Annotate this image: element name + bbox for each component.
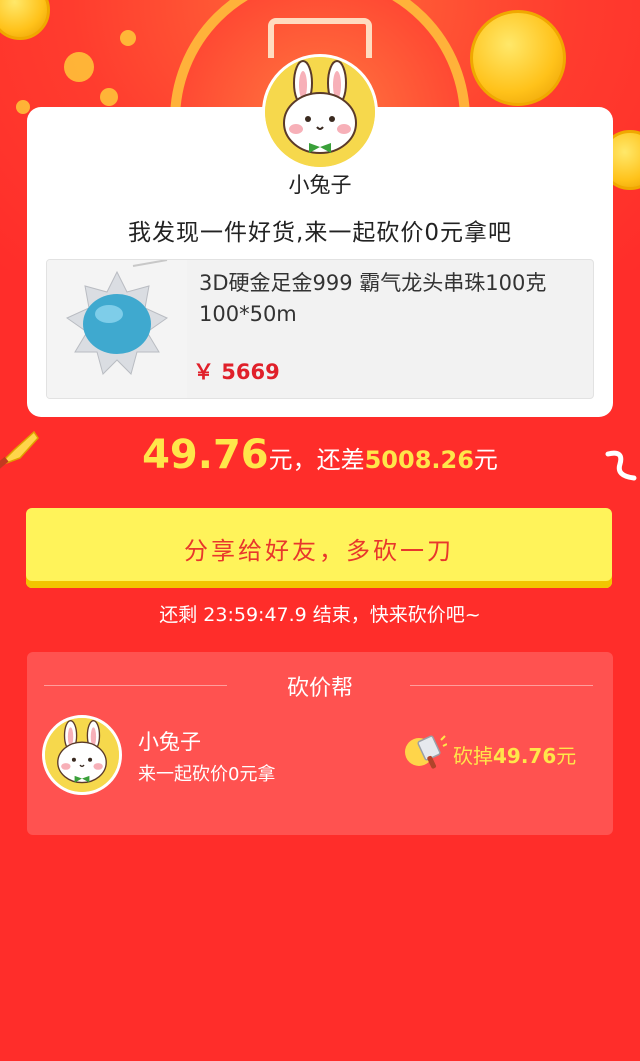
product-item[interactable]: 3D硬金足金999 霸气龙头串珠100克 100*50m ￥ 5669	[46, 259, 594, 399]
rabbit-avatar-icon	[45, 718, 119, 792]
currency-unit: 元	[473, 446, 498, 474]
countdown-text: 还剩 23:59:47.9 结束，快来砍价吧~	[159, 604, 481, 626]
rabbit-avatar-icon	[265, 57, 375, 167]
confetti-dot	[16, 100, 30, 114]
inviter-name: 小兔子	[288, 173, 352, 197]
remaining-amount: 5008.26	[364, 446, 474, 474]
cut-prefix: 砍掉	[453, 744, 493, 768]
cut-unit: 元	[556, 744, 577, 768]
share-button-label: 分享给好友，多砍一刀	[184, 536, 454, 565]
share-button[interactable]: 分享给好友，多砍一刀	[26, 508, 612, 588]
cleaver-icon	[405, 735, 447, 769]
bargain-progress: 49.76元，还差5008.26元	[0, 432, 640, 478]
currency-unit: 元	[268, 446, 293, 474]
helper-message: 来一起砍价0元拿	[138, 764, 276, 785]
invite-message: 我发现一件好货,来一起砍价0元拿吧	[128, 220, 512, 246]
cut-amount-text: 砍掉49.76元	[453, 740, 576, 769]
product-price: ￥ 5669	[193, 360, 280, 384]
remaining-label: ，还差	[292, 446, 365, 474]
cut-amount: 49.76	[493, 744, 557, 768]
product-image[interactable]	[47, 260, 187, 398]
helper-name: 小兔子	[138, 730, 201, 754]
divider-right	[410, 685, 593, 686]
confetti-dot	[64, 52, 94, 82]
helper-avatar	[42, 715, 122, 795]
gold-coin-small	[0, 0, 50, 40]
product-title: 3D硬金足金999 霸气龙头串珠100克 100*50m	[199, 271, 547, 326]
bargained-amount: 49.76	[142, 432, 269, 478]
avatar	[262, 54, 378, 170]
confetti-dot	[120, 30, 136, 46]
gem-product-image	[47, 260, 187, 398]
tmall-cat-outline	[268, 18, 372, 58]
gold-coin	[470, 10, 566, 106]
confetti-dot	[100, 88, 118, 106]
helpers-title: 砍价帮	[286, 676, 353, 701]
